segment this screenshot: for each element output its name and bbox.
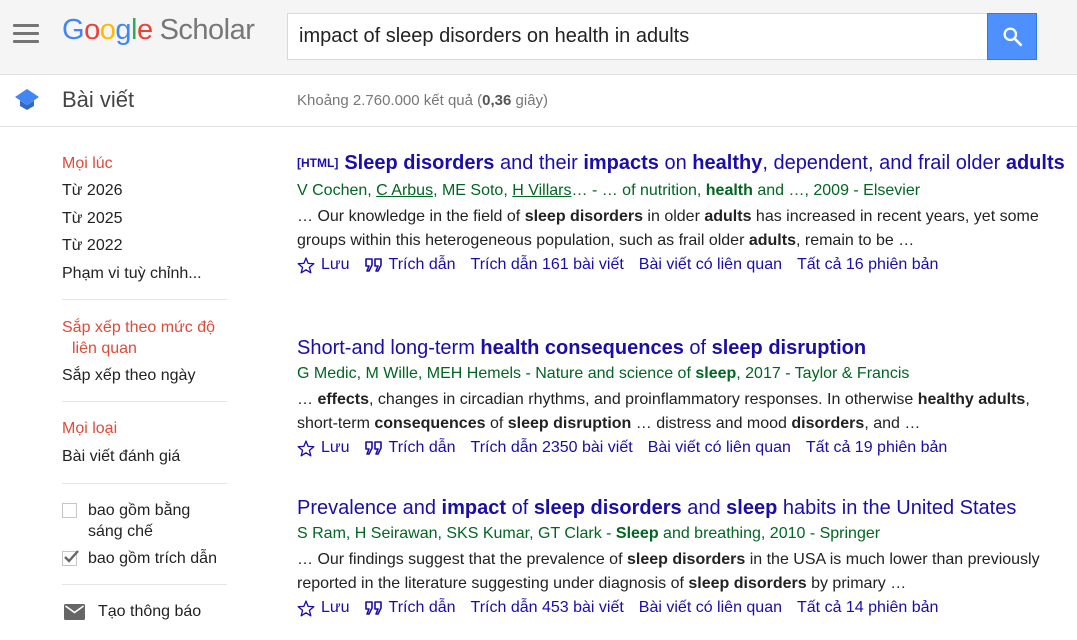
cited-by-link[interactable]: Trích dẫn 2350 bài viết [471,438,633,458]
cite-label: Trích dẫn [388,599,456,616]
include-patents-checkbox[interactable] [62,503,77,518]
related-articles-link[interactable]: Bài viết có liên quan [639,598,782,618]
result-title[interactable]: [HTML] Sleep disorders and their impacts … [297,151,1067,178]
star-icon [297,599,315,616]
checkmark-icon [64,550,79,563]
section-title: Bài viết [62,87,135,112]
sidebar-divider [62,584,227,585]
google-scholar-logo[interactable]: Google Scholar [62,14,255,47]
cite-label: Trích dẫn [388,439,456,456]
cited-by-link[interactable]: Trích dẫn 453 bài viết [471,598,624,618]
result-authors: V Cochen, C Arbus, ME Soto, H Villars… -… [297,182,921,199]
result-actions: Lưu Trích dẫn Trích dẫn 453 bài viết Bài… [297,598,1067,618]
result-authors: S Ram, H Seirawan, SKS Kumar, GT Clark -… [297,525,881,542]
result-time: 0,36 [482,92,512,109]
result-title[interactable]: Prevalence and impact of sleep disorders… [297,496,1067,521]
save-label: Lưu [321,439,350,456]
star-icon [297,256,315,273]
all-versions-link[interactable]: Tất cả 16 phiên bản [797,255,938,275]
include-citations-option[interactable]: bao gồm trích dẫn [62,548,217,569]
quote-icon [364,441,382,455]
save-label: Lưu [321,256,350,273]
logo-letter: o [84,14,100,46]
cite-label: Trích dẫn [388,256,456,273]
related-articles-link[interactable]: Bài viết có liên quan [639,255,782,275]
create-alert-label: Tạo thông báo [98,603,202,620]
cite-button[interactable]: Trích dẫn [364,255,456,275]
include-citations-label: bao gồm trích dẫn [88,550,217,567]
all-versions-link[interactable]: Tất cả 14 phiên bản [797,598,938,618]
search-button[interactable] [987,13,1037,60]
include-patents-option[interactable]: bao gồm bằng sáng chế [62,500,203,542]
quote-icon [364,258,382,272]
logo-product-name: Scholar [159,14,255,46]
filter-any-type[interactable]: Mọi loại [62,419,117,439]
include-citations-checkbox[interactable] [62,550,79,566]
result-title-text[interactable]: Sleep disorders and their impacts on hea… [344,152,1064,174]
filter-review-articles[interactable]: Bài viết đánh giá [62,447,180,467]
cite-button[interactable]: Trích dẫn [364,598,456,618]
result-format-tag[interactable]: [HTML] [297,156,338,170]
search-result: Short-and long-term health consequences … [297,336,1067,458]
sort-by-relevance[interactable]: Sắp xếp theo mức độ liên quan [62,317,227,359]
logo-letter: g [115,14,131,46]
search-icon [1003,27,1023,47]
result-snippet: … Our knowledge in the field of sleep di… [297,208,1039,249]
search-input[interactable] [288,14,987,59]
hamburger-menu-icon[interactable] [13,24,39,44]
graduation-cap-icon [15,89,39,110]
result-count-suffix: giây) [511,92,549,109]
envelope-icon [64,604,85,620]
result-snippet: … Our findings suggest that the prevalen… [297,551,1040,592]
search-result: [HTML] Sleep disorders and their impacts … [297,151,1067,275]
filter-since-2025[interactable]: Từ 2025 [62,209,123,229]
filter-since-2026[interactable]: Từ 2026 [62,181,123,201]
filter-since-2022[interactable]: Từ 2022 [62,236,123,256]
sidebar-divider [62,483,227,484]
save-button[interactable]: Lưu [297,598,350,618]
result-snippet: … effects, changes in circadian rhythms,… [297,391,1030,432]
search-result: Prevalence and impact of sleep disorders… [297,496,1067,618]
author-link[interactable]: C Arbus [376,182,433,199]
result-actions: Lưu Trích dẫn Trích dẫn 161 bài viết Bài… [297,255,1067,275]
save-button[interactable]: Lưu [297,438,350,458]
result-count: Khoảng 2.760.000 kết quả (0,36 giây) [297,92,548,109]
logo-letter: e [136,14,153,46]
cite-button[interactable]: Trích dẫn [364,438,456,458]
include-patents-label: bao gồm bằng sáng chế [88,502,191,540]
cited-by-link[interactable]: Trích dẫn 161 bài viết [471,255,624,275]
sidebar-divider [62,299,227,300]
all-versions-link[interactable]: Tất cả 19 phiên bản [806,438,947,458]
logo-letter: o [99,14,116,46]
result-count-prefix: Khoảng 2.760.000 kết quả ( [297,92,483,109]
top-bar: Google Scholar [0,0,1077,75]
quote-icon [364,601,382,615]
sort-by-date[interactable]: Sắp xếp theo ngày [62,366,195,386]
result-actions: Lưu Trích dẫn Trích dẫn 2350 bài viết Bà… [297,438,1067,458]
sidebar-divider [62,401,227,402]
related-articles-link[interactable]: Bài viết có liên quan [648,438,791,458]
star-icon [297,439,315,456]
filter-any-time[interactable]: Mọi lúc [62,154,113,174]
result-title[interactable]: Short-and long-term health consequences … [297,336,1067,361]
search-box [287,13,988,60]
save-label: Lưu [321,599,350,616]
logo-letter: G [62,14,85,46]
create-alert-link[interactable]: Tạo thông báo [64,602,201,622]
save-button[interactable]: Lưu [297,255,350,275]
filter-custom-range[interactable]: Phạm vi tuỳ chỉnh... [62,264,202,284]
results-subheader: Bài viết Khoảng 2.760.000 kết quả (0,36 … [0,75,1077,127]
author-link[interactable]: H Villars [512,182,571,199]
result-authors: G Medic, M Wille, MEH Hemels - Nature an… [297,365,910,382]
